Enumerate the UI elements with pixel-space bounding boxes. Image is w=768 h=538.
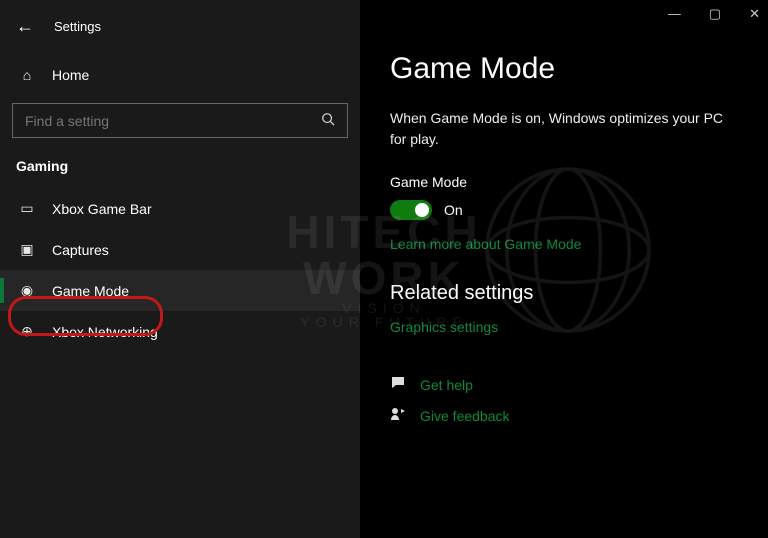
gamebar-icon: ▭: [18, 200, 36, 217]
page-heading: Game Mode: [390, 52, 738, 86]
nav-label: Captures: [52, 242, 109, 258]
home-label: Home: [52, 67, 89, 83]
main-panel: — ▢ ✕ Game Mode When Game Mode is on, Wi…: [360, 0, 768, 538]
game-mode-toggle[interactable]: [390, 200, 432, 220]
maximize-button[interactable]: ▢: [709, 6, 721, 22]
give-feedback-row[interactable]: Give feedback: [390, 406, 738, 425]
graphics-settings-link[interactable]: Graphics settings: [390, 319, 498, 335]
sidebar-item-game-mode[interactable]: ◉ Game Mode: [0, 270, 360, 311]
toggle-state: On: [444, 202, 463, 218]
captures-icon: ▣: [18, 241, 36, 258]
search-input[interactable]: [12, 103, 348, 138]
nav-label: Game Mode: [52, 283, 129, 299]
learn-more-link[interactable]: Learn more about Game Mode: [390, 236, 581, 252]
close-button[interactable]: ✕: [749, 6, 760, 22]
gamemode-icon: ◉: [18, 282, 36, 299]
sidebar-item-xbox-game-bar[interactable]: ▭ Xbox Game Bar: [0, 188, 360, 229]
networking-icon: ⊕: [18, 323, 36, 340]
page-description: When Game Mode is on, Windows optimizes …: [390, 108, 738, 150]
sidebar: ← Settings ⌂ Home Gaming ▭ Xbox Game Bar…: [0, 0, 360, 538]
sidebar-item-xbox-networking[interactable]: ⊕ Xbox Networking: [0, 311, 360, 352]
home-button[interactable]: ⌂ Home: [0, 57, 360, 93]
feedback-icon: [390, 406, 408, 425]
chat-icon: [390, 375, 408, 394]
search-icon: [321, 112, 335, 129]
toggle-label: Game Mode: [390, 174, 738, 190]
back-arrow-icon[interactable]: ←: [16, 16, 34, 37]
sidebar-item-captures[interactable]: ▣ Captures: [0, 229, 360, 270]
search-field[interactable]: [25, 113, 321, 129]
get-help-link[interactable]: Get help: [420, 377, 473, 393]
titlebar: ← Settings: [0, 12, 360, 57]
window-controls: — ▢ ✕: [668, 6, 760, 22]
category-header: Gaming: [0, 154, 360, 188]
nav-label: Xbox Networking: [52, 324, 158, 340]
give-feedback-link[interactable]: Give feedback: [420, 408, 510, 424]
home-icon: ⌂: [18, 67, 36, 83]
app-title: Settings: [54, 19, 101, 34]
toggle-row: On: [390, 200, 738, 220]
related-settings-heading: Related settings: [390, 282, 738, 305]
minimize-button[interactable]: —: [668, 6, 681, 22]
get-help-row[interactable]: Get help: [390, 375, 738, 394]
nav-label: Xbox Game Bar: [52, 201, 152, 217]
